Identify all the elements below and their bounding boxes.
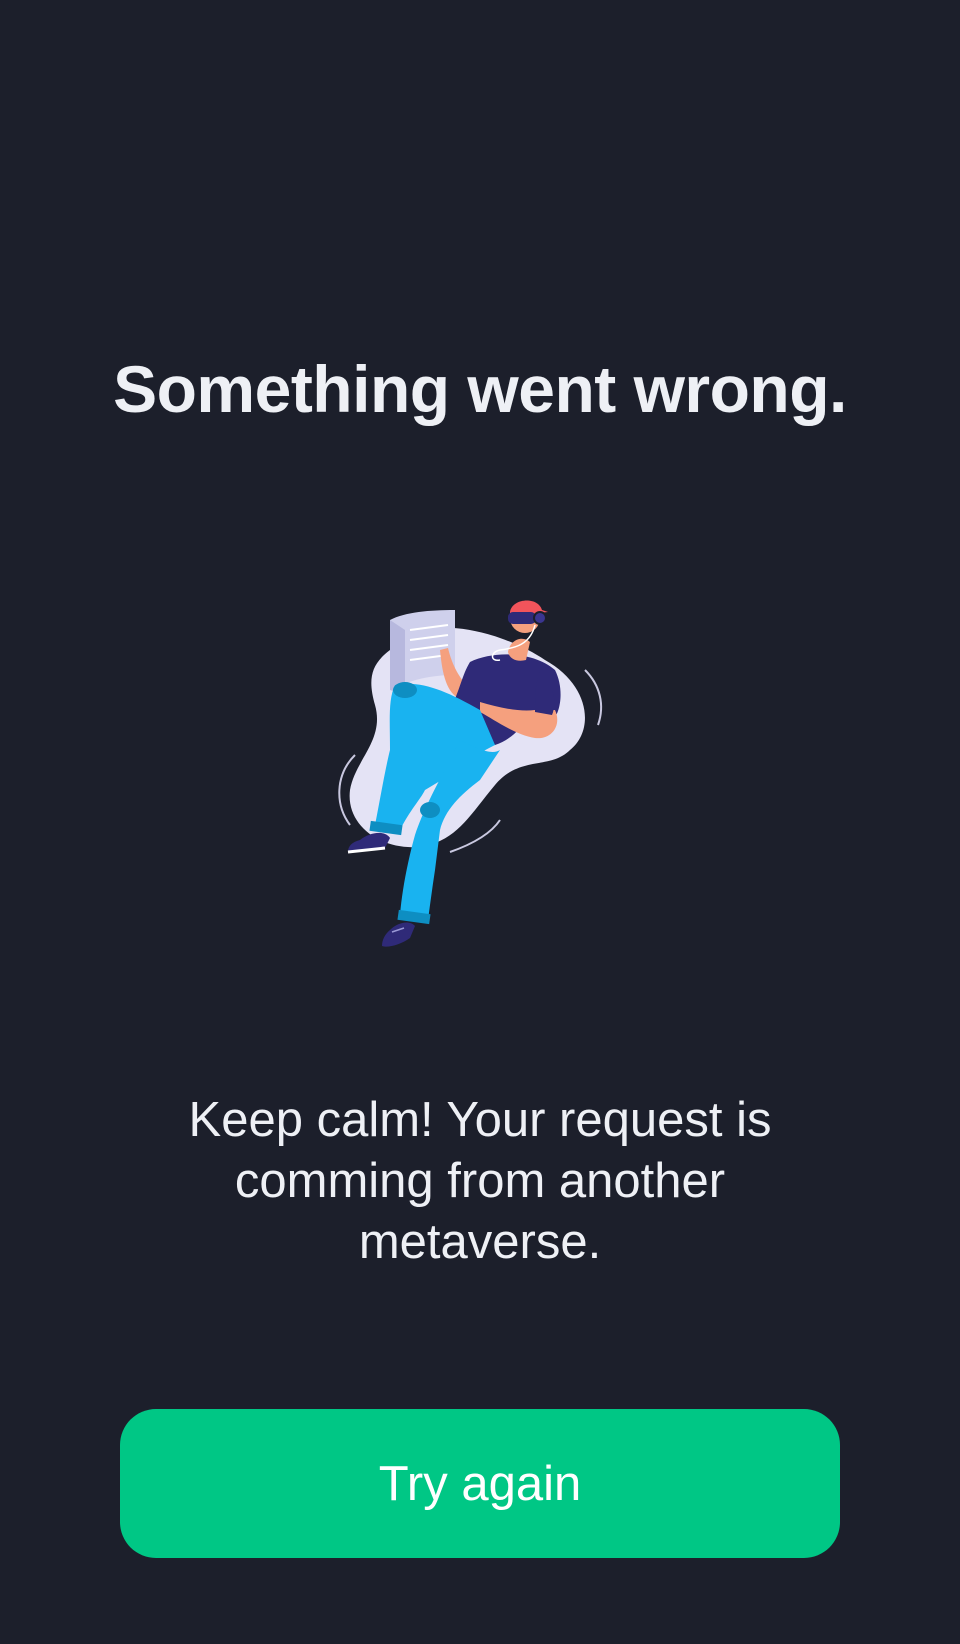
page-title: Something went wrong. [113,352,847,426]
error-screen: Something went wrong. Keep calm! Your re… [0,0,960,1644]
try-again-button[interactable]: Try again [120,1409,840,1558]
error-message: Keep calm! Your request is comming from … [188,1093,772,1269]
person-with-vr-headset-icon [330,590,630,950]
